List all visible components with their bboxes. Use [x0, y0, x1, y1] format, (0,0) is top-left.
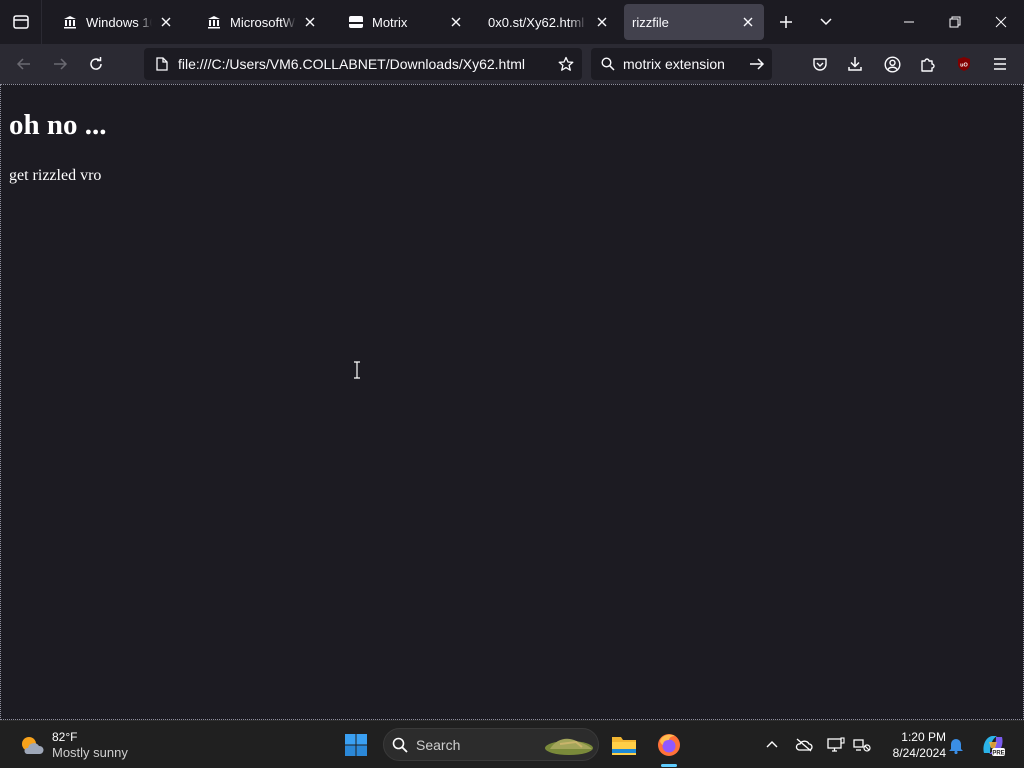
restore-icon [949, 16, 961, 28]
search-icon [593, 48, 623, 80]
page-text: get rizzled vro [9, 167, 102, 184]
tab-windows-10-iron[interactable]: Windows 10 Iron [50, 4, 182, 40]
taskbar-search-placeholder: Search [416, 736, 461, 753]
tab-title: MicrosoftWindows [230, 14, 296, 30]
search-go-arrow-icon[interactable] [742, 48, 772, 80]
extensions-button[interactable] [912, 48, 944, 80]
ublock-origin-button[interactable]: uO [948, 48, 980, 80]
tab-motrix[interactable]: Motrix [336, 4, 472, 40]
copilot-button[interactable]: PRE [978, 731, 1008, 759]
archive-icon [62, 14, 78, 30]
close-tab-icon[interactable] [738, 12, 758, 32]
start-button[interactable] [336, 725, 376, 765]
copilot-icon: PRE [983, 736, 1005, 757]
firefox-view-button[interactable] [0, 0, 42, 44]
search-bar[interactable]: motrix extension [591, 48, 772, 80]
puzzle-piece-icon [921, 58, 935, 72]
file-explorer-button[interactable] [604, 725, 644, 765]
pocket-button[interactable] [804, 48, 836, 80]
account-icon [883, 55, 901, 73]
ublock-origin-icon: uO [958, 57, 970, 71]
app-menu-button[interactable] [984, 48, 1016, 80]
tab-strip: Windows 10 Iron MicrosoftWindows Motrix … [0, 0, 1024, 44]
tab-rizzfile[interactable]: rizzfile [624, 4, 764, 40]
reload-icon [90, 57, 102, 70]
tab-title: Motrix [372, 14, 408, 30]
minimize-button[interactable] [886, 0, 932, 44]
search-input[interactable]: motrix extension [623, 56, 742, 72]
page-document-icon[interactable] [146, 48, 178, 80]
svg-text:PRE: PRE [992, 751, 1004, 757]
forward-arrow-icon [54, 58, 68, 70]
hamburger-menu-icon [994, 58, 1006, 70]
firefox-icon [658, 734, 680, 756]
search-highlight-icon [545, 738, 593, 755]
tab-title: rizzfile [632, 14, 669, 30]
running-app-indicator [661, 764, 677, 767]
page-content: oh no ... get rizzled vro [0, 84, 1024, 720]
weather-temperature: 82°F [52, 730, 78, 744]
weather-widget[interactable]: 82°F Mostly sunny [18, 728, 128, 762]
motrix-icon [348, 14, 364, 30]
url-text[interactable]: file:///C:/Users/VM6.COLLABNET/Downloads… [178, 56, 550, 72]
network-tray-icon-button[interactable] [848, 731, 876, 759]
taskbar: 82°F Mostly sunny Search 1:20 PM 8/24/20… [0, 720, 1024, 768]
downloads-button[interactable] [839, 48, 871, 80]
forward-button[interactable] [44, 48, 76, 80]
notifications-button[interactable] [942, 731, 970, 759]
account-button[interactable] [876, 48, 908, 80]
back-button[interactable] [8, 48, 40, 80]
svg-text:uO: uO [960, 63, 968, 69]
pocket-icon [813, 58, 827, 71]
chevron-up-icon [766, 741, 778, 748]
firefox-view-icon [12, 15, 29, 29]
close-tab-icon[interactable] [592, 12, 612, 32]
close-window-button[interactable] [978, 0, 1024, 44]
chevron-down-icon [820, 18, 832, 26]
close-tab-icon[interactable] [446, 12, 466, 32]
new-tab-button[interactable] [768, 4, 804, 40]
close-tab-icon[interactable] [156, 12, 176, 32]
close-icon [995, 16, 1007, 28]
onedrive-tray-icon-button[interactable] [790, 731, 818, 759]
partly-sunny-icon [22, 737, 44, 754]
clock-date: 8/24/2024 [892, 746, 946, 760]
system-clock[interactable]: 1:20 PM 8/24/2024 [876, 729, 946, 761]
page-heading: oh no ... [9, 109, 107, 141]
weather-condition: Mostly sunny [52, 745, 128, 760]
plus-icon [780, 16, 792, 28]
windows-logo-icon [345, 734, 367, 756]
bell-icon [949, 739, 963, 754]
tab-microsoftwindows[interactable]: MicrosoftWindows [194, 4, 326, 40]
firefox-taskbar-button[interactable] [649, 725, 689, 765]
bookmark-star-icon[interactable] [550, 48, 582, 80]
tab-0x0-st[interactable]: 0x0.st/Xy62.html [476, 4, 618, 40]
list-all-tabs-button[interactable] [808, 4, 844, 40]
cloud-offline-icon [795, 738, 813, 752]
folder-icon [612, 737, 636, 755]
text-cursor-icon [354, 361, 360, 379]
download-icon [848, 57, 862, 71]
network-icon [853, 739, 871, 752]
show-hidden-icons-button[interactable] [758, 731, 786, 759]
address-bar[interactable]: file:///C:/Users/VM6.COLLABNET/Downloads… [144, 48, 582, 80]
back-arrow-icon [16, 58, 30, 70]
taskbar-search-box[interactable]: Search [383, 728, 599, 761]
archive-icon [206, 14, 222, 30]
tab-title: Windows 10 Iron [86, 14, 152, 30]
search-icon [392, 737, 408, 753]
restore-button[interactable] [932, 0, 978, 44]
clock-time: 1:20 PM [901, 730, 946, 744]
monitor-icon [827, 737, 845, 752]
minimize-icon [904, 21, 914, 23]
tab-title: 0x0.st/Xy62.html [488, 14, 585, 30]
close-tab-icon[interactable] [300, 12, 320, 32]
display-tray-icon-button[interactable] [822, 731, 850, 759]
reload-button[interactable] [80, 48, 112, 80]
